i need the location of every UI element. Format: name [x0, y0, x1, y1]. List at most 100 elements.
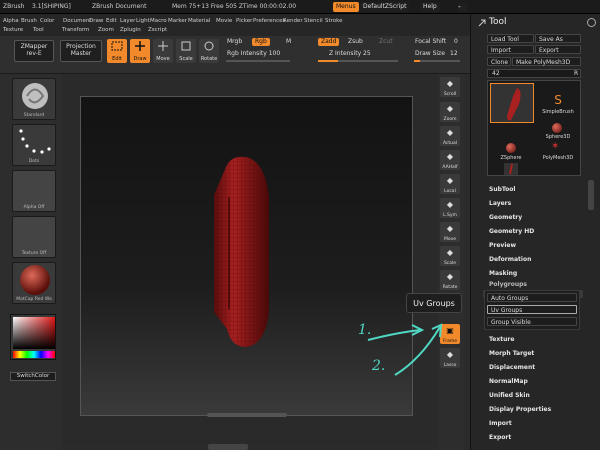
tray-item-export[interactable]: Export [489, 434, 511, 441]
menu-color[interactable]: Color [40, 18, 54, 24]
rgb-intensity-slider[interactable]: Rgb Intensity 100 [224, 50, 283, 58]
tray-item-displacement[interactable]: Displacement [489, 364, 535, 371]
tray-item-geometry-hd[interactable]: Geometry HD [489, 228, 534, 235]
menu-document[interactable]: Document [63, 18, 92, 24]
shelf-scale-button[interactable]: ◆ Scale [440, 246, 460, 266]
alpha-selector[interactable]: Alpha Off [12, 170, 56, 212]
menu-tool[interactable]: Tool [33, 27, 44, 33]
shelf-rotate-button[interactable]: ◆ Rotate [440, 270, 460, 290]
focal-shift-value[interactable]: 0 [451, 38, 461, 46]
m-button[interactable]: M [283, 38, 294, 46]
save-as-button[interactable]: Save As [535, 34, 581, 43]
current-tool-thumb[interactable] [490, 83, 534, 123]
tray-handle-icon[interactable] [477, 18, 487, 28]
shelf-actual-button[interactable]: ◆ Actual [440, 126, 460, 146]
zadd-button[interactable]: Zadd [318, 38, 340, 46]
shelf-l-sym-button[interactable]: ◆ L.Sym [440, 198, 460, 218]
scale-button[interactable]: Scale [176, 39, 196, 63]
texture-selector[interactable]: Texture Off [12, 216, 56, 258]
shelf-move-button[interactable]: ◆ Move [440, 222, 460, 242]
menus-button[interactable]: Menus [333, 2, 359, 12]
draw-button[interactable]: Draw [130, 39, 150, 63]
tray-item-masking[interactable]: Masking [489, 270, 517, 277]
material-selector[interactable]: MatCap Red Wa [12, 262, 56, 304]
mrgb-button[interactable]: Mrgb [224, 38, 245, 46]
z-intensity-track[interactable] [318, 60, 398, 62]
tray-item-geometry[interactable]: Geometry [489, 214, 522, 221]
zsphere-icon[interactable] [506, 143, 516, 153]
tray-item-layers[interactable]: Layers [489, 200, 511, 207]
help-button[interactable]: Help [420, 2, 440, 12]
z-intensity-slider[interactable]: Z Intensity 25 [326, 50, 374, 58]
color-square[interactable] [13, 317, 55, 349]
tray-item-preview[interactable]: Preview [489, 242, 516, 249]
tool-slider[interactable]: 42 R [487, 69, 581, 78]
rotate-button[interactable]: Rotate [199, 39, 219, 63]
menu-alpha[interactable]: Alpha [3, 18, 19, 24]
tray-item-subtool[interactable]: SubTool [489, 186, 515, 193]
draw-size-track[interactable] [414, 60, 460, 62]
default-zscript-button[interactable]: DefaultZScript [360, 2, 410, 12]
tray-item-deformation[interactable]: Deformation [489, 256, 531, 263]
canvas-bottom-handle[interactable] [208, 444, 248, 450]
tray-item-normalmap[interactable]: NormalMap [489, 378, 528, 385]
menu-brush[interactable]: Brush [21, 18, 37, 24]
menu-stroke[interactable]: Stroke [325, 18, 343, 24]
menu-texture[interactable]: Texture [3, 27, 23, 33]
zsub-button[interactable]: Zsub [345, 38, 366, 46]
sphere3d-icon[interactable] [552, 123, 562, 133]
menu-zplugin[interactable]: Zplugin [120, 27, 141, 33]
tray-item-morph-target[interactable]: Morph Target [489, 350, 534, 357]
polymesh3d-star-icon[interactable]: ✶ [551, 141, 559, 152]
menu-zscript[interactable]: Zscript [148, 27, 167, 33]
menu-zoom[interactable]: Zoom [98, 27, 114, 33]
menu-material[interactable]: Material [188, 18, 210, 24]
menu-layer[interactable]: Layer [120, 18, 135, 24]
tray-item-texture[interactable]: Texture [489, 336, 514, 343]
hue-strip[interactable] [13, 351, 55, 358]
import-tool-button[interactable]: Import [487, 45, 534, 54]
menu-macro[interactable]: Macro [150, 18, 167, 24]
export-tool-button[interactable]: Export [535, 45, 581, 54]
menu-render[interactable]: Render [283, 18, 303, 24]
tray-scrollbar[interactable] [588, 180, 594, 210]
menu-movie[interactable]: Movie [216, 18, 232, 24]
bottom-scrollbar[interactable] [207, 413, 287, 417]
brush-selector[interactable]: Standard [12, 78, 56, 120]
zcut-button[interactable]: Zcut [376, 38, 396, 46]
edit-button[interactable]: Edit [107, 39, 127, 63]
shelf-zoom-button[interactable]: ◆ Zoom [440, 102, 460, 122]
color-picker[interactable] [10, 314, 56, 360]
switch-color-button[interactable]: SwitchColor [10, 372, 56, 381]
menu-marker[interactable]: Marker [168, 18, 187, 24]
menu-transform[interactable]: Transform [62, 27, 89, 33]
tool-slider-r[interactable]: R [574, 70, 578, 77]
minimize-icon[interactable]: - [458, 2, 468, 12]
menu-draw[interactable]: Draw [89, 18, 103, 24]
shelf-scroll-button[interactable]: ◆ Scroll [440, 77, 460, 97]
make-polymesh-button[interactable]: Make PolyMesh3D [512, 57, 581, 66]
rgb-button[interactable]: Rgb [252, 38, 270, 46]
clone-button[interactable]: Clone [487, 57, 511, 66]
draw-size-value[interactable]: 12 [447, 50, 461, 58]
move-button[interactable]: Move [153, 39, 173, 63]
zmapper-button[interactable]: ZMapper rev-E [14, 40, 54, 62]
small-tool-thumb[interactable] [504, 163, 518, 175]
polygroups-section[interactable]: Polygroups [489, 281, 527, 288]
tray-item-import[interactable]: Import [489, 420, 512, 427]
projection-master-button[interactable]: Projection Master [60, 40, 102, 62]
load-tool-button[interactable]: Load Tool [487, 34, 534, 43]
tray-item-display-properties[interactable]: Display Properties [489, 406, 551, 413]
tray-item-unified-skin[interactable]: Unified Skin [489, 392, 530, 399]
group-visible-button[interactable]: Group Visible [487, 317, 577, 326]
menu-preferences[interactable]: Preferences [253, 18, 285, 24]
tray-close-icon[interactable] [587, 18, 596, 27]
uv-groups-button[interactable]: Uv Groups [487, 305, 577, 314]
menu-edit[interactable]: Edit [106, 18, 117, 24]
menu-stencil[interactable]: Stencil [304, 18, 323, 24]
rgb-intensity-track[interactable] [226, 60, 290, 62]
menu-light[interactable]: Light [136, 18, 150, 24]
shelf-local-button[interactable]: ◆ Local [440, 174, 460, 194]
auto-groups-button[interactable]: Auto Groups [487, 293, 577, 302]
menu-picker[interactable]: Picker [236, 18, 252, 24]
